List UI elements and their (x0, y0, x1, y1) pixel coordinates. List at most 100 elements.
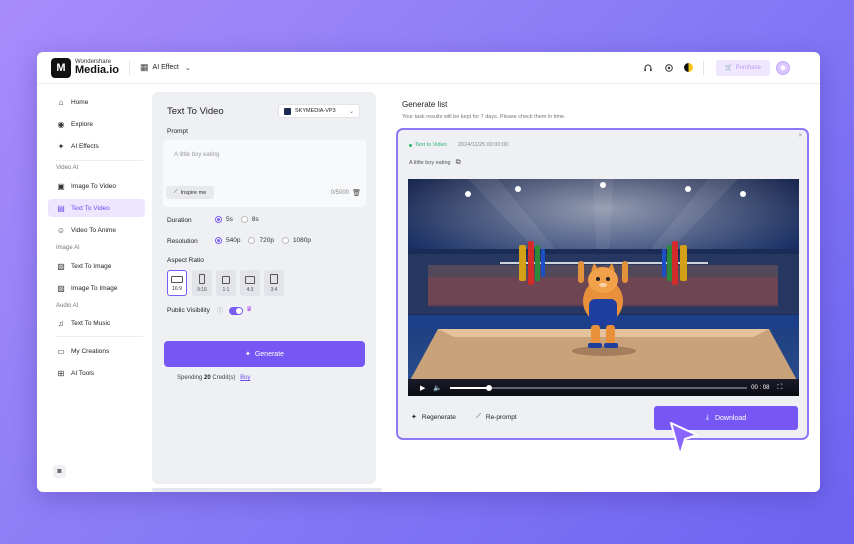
fullscreen-icon[interactable]: ⛶ (777, 384, 782, 392)
spending-prefix: Spending (177, 375, 203, 381)
spending-credits: 20 (204, 375, 211, 381)
close-icon[interactable]: ✕ (798, 132, 803, 139)
model-icon (284, 107, 291, 115)
prompt-label: Prompt (167, 128, 188, 135)
duration-option-label: 8s (251, 216, 259, 223)
sidebar-item-label: Video To Anime (71, 226, 116, 234)
resolution-720p-radio[interactable]: 720p (248, 237, 274, 244)
video-player[interactable]: ▶ 🔈 00 : 08 ⛶ (408, 179, 799, 396)
sidebar-item-home[interactable]: ⌂ Home (48, 93, 145, 111)
sidebar-item-label: AI Effects (71, 142, 99, 150)
logo-mark-icon: M (51, 57, 71, 78)
ai-effect-dropdown[interactable]: ▦ AI Effect ⌄ (140, 62, 191, 73)
sidebar-item-label: Text To Image (71, 262, 112, 270)
public-visibility-label: Public Visibility (167, 307, 210, 314)
image-image-icon: ▨ (57, 283, 65, 293)
sidebar-item-image-to-video[interactable]: ▣ Image To Video (48, 177, 145, 195)
play-icon[interactable]: ▶ (420, 384, 425, 392)
sidebar-item-text-to-music[interactable]: ♫ Text To Music (48, 314, 145, 332)
section-video-ai: Video AI (56, 165, 79, 171)
duration-label: Duration (167, 217, 192, 224)
purchase-label: Purchase (735, 64, 761, 71)
wand-icon: ⟋ (476, 413, 481, 420)
sidebar-item-video-to-anime[interactable]: ☺ Video To Anime (48, 221, 145, 239)
video-time: 00 : 08 (751, 385, 770, 391)
resolution-label: Resolution (167, 238, 198, 245)
top-header: M Wondershare Media.io ▦ AI Effect ⌄ 🛒 P… (37, 52, 820, 84)
inspire-me-button[interactable]: ⟋ Inspire me (166, 186, 214, 199)
pointer-cursor-icon (670, 422, 698, 456)
spending-info: Spending 20 Credit(s) Buy (177, 375, 250, 381)
sidebar-item-text-to-image[interactable]: ▧ Text To Image (48, 257, 145, 275)
aspect-16-9-option[interactable]: 16:9 (167, 270, 187, 296)
sidebar-item-text-to-video[interactable]: ▤ Text To Video (48, 199, 145, 217)
visibility-toggle[interactable] (229, 307, 243, 315)
sidebar-item-image-to-image[interactable]: ▨ Image To Image (48, 279, 145, 297)
headset-icon[interactable] (642, 62, 654, 74)
avatar[interactable]: ☻ (776, 60, 790, 75)
spending-suffix: Credit(s) (212, 375, 236, 381)
sidebar-divider (55, 160, 143, 161)
header-divider (129, 60, 131, 75)
aspect-9-16-option[interactable]: 9:16 (192, 270, 212, 296)
anime-icon: ☺ (56, 225, 66, 235)
sidebar-item-label: Explore (71, 120, 94, 128)
buy-link[interactable]: Buy (240, 375, 250, 381)
resolution-540p-radio[interactable]: 540p (215, 237, 240, 244)
reprompt-button[interactable]: ⟋ Re-prompt (476, 413, 517, 421)
video-controls: ▶ 🔈 00 : 08 ⛶ (408, 380, 799, 396)
wand-icon: ⟋ (173, 189, 178, 195)
duration-8s-radio[interactable]: 8s (240, 216, 259, 223)
result-prompt: A little boy eating ⧉ (409, 159, 461, 167)
generate-list-subtitle: Your task results will be kept for 7 day… (402, 114, 566, 120)
resolution-option-label: 1080p (292, 237, 312, 244)
regenerate-button[interactable]: ✦ Regenerate (411, 413, 456, 422)
resolution-1080p-radio[interactable]: 1080p (281, 237, 312, 244)
copy-icon[interactable]: ⧉ (456, 159, 461, 167)
generate-button[interactable]: ✦ Generate (164, 341, 365, 367)
settings-icon[interactable] (663, 62, 675, 74)
chevron-down-icon: ⌄ (184, 64, 191, 72)
aspect-option-label: 16:9 (172, 286, 182, 292)
sidebar-item-label: Home (71, 98, 89, 106)
sidebar-divider (55, 336, 143, 337)
help-icon[interactable]: ⓘ (217, 306, 223, 315)
volume-icon[interactable]: 🔈 (433, 384, 442, 392)
duration-5s-radio[interactable]: 5s (215, 216, 233, 223)
video-progress-bar[interactable] (450, 385, 748, 391)
aspect-3-4-option[interactable]: 3:4 (264, 270, 284, 296)
music-icon: ♫ (58, 318, 64, 328)
sidebar-item-ai-effects[interactable]: ✦ AI Effects (48, 137, 145, 155)
sidebar-item-my-creations[interactable]: ▭ My Creations (48, 342, 145, 360)
purchase-button[interactable]: 🛒 Purchase (716, 59, 770, 76)
crown-icon: ♛ (246, 306, 253, 313)
grid-icon: ▦ (140, 62, 149, 72)
prompt-placeholder: A little boy eating (174, 152, 220, 158)
task-type-tag: Text to Video (409, 142, 447, 148)
aspect-1-1-option[interactable]: 1:1 (216, 270, 236, 296)
status-dot-icon (409, 143, 412, 147)
panel-scrollbar[interactable] (152, 488, 382, 492)
aspect-option-label: 4:3 (246, 287, 254, 293)
cart-icon: 🛒 (725, 65, 733, 71)
logo[interactable]: M Wondershare Media.io (51, 57, 119, 78)
prompt-textarea[interactable]: A little boy eating ⟋ Inspire me 0/5000 … (163, 140, 366, 207)
settings-panel: Text To Video SKYMEDIA-VP3 ⌄ Prompt A li… (152, 92, 376, 484)
progress-knob[interactable] (485, 385, 492, 391)
inspire-me-label: Inspire me (180, 189, 207, 196)
model-dropdown[interactable]: SKYMEDIA-VP3 ⌄ (278, 104, 360, 118)
sidebar-item-label: AI Tools (71, 369, 95, 377)
theme-icon[interactable] (684, 63, 693, 72)
generate-label: Generate (254, 350, 285, 358)
sidebar-item-ai-tools[interactable]: ⊞ AI Tools (48, 364, 145, 382)
radio-unselected (281, 237, 289, 244)
discord-icon[interactable]: ◙ (53, 465, 66, 478)
explore-icon: ◉ (57, 119, 65, 129)
model-label: SKYMEDIA-VP3 (295, 108, 336, 114)
sidebar-item-explore[interactable]: ◉ Explore (48, 115, 145, 133)
sidebar-item-label: Text To Music (71, 319, 111, 327)
resolution-option-label: 720p (259, 237, 274, 244)
trash-icon[interactable]: 🗑 (352, 189, 361, 197)
aspect-4-3-option[interactable]: 4:3 (240, 270, 260, 296)
square-icon (222, 276, 230, 284)
